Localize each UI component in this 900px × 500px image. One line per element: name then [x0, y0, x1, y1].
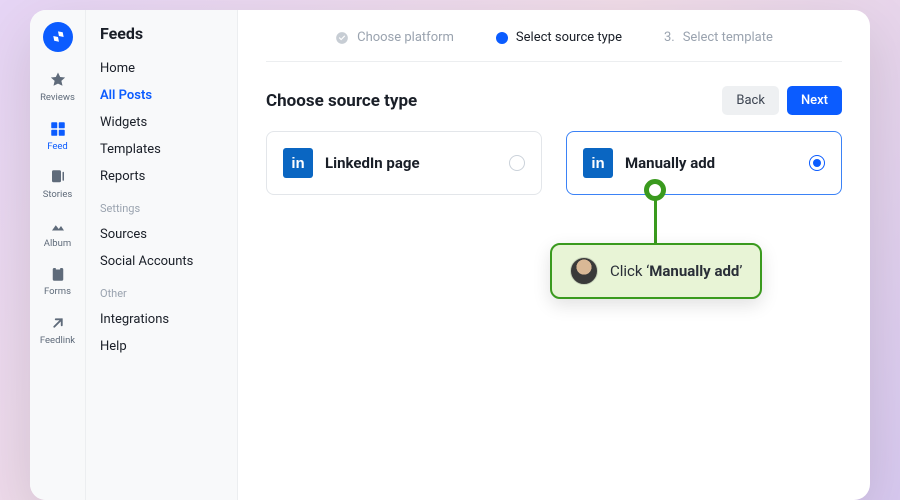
stories-icon: [49, 167, 67, 187]
sidebar-group-settings: Settings Sources Social Accounts: [100, 202, 223, 275]
linkedin-icon: in: [283, 148, 313, 178]
source-cards: in LinkedIn page in Manually add: [266, 131, 842, 195]
logo-icon: [50, 29, 66, 45]
rail-label: Reviews: [40, 93, 75, 103]
step-select-template[interactable]: 3. Select template: [664, 30, 773, 45]
grid-icon: [49, 119, 67, 139]
step-label: Choose platform: [357, 30, 454, 45]
app-logo[interactable]: [43, 22, 73, 52]
callout-marker-icon: [644, 179, 666, 201]
sidebar-group-other: Other Integrations Help: [100, 287, 223, 360]
sidebar-item-integrations[interactable]: Integrations: [100, 306, 223, 333]
radio-indicator: [509, 155, 525, 171]
callout-text: Click ‘Manually add’: [610, 262, 742, 280]
sidebar-group-primary: Home All Posts Widgets Templates Reports: [100, 55, 223, 190]
sidebar-title: Feeds: [100, 24, 223, 43]
source-cards-wrap: in LinkedIn page in Manually add Click ‘…: [266, 131, 842, 195]
sidebar-item-help[interactable]: Help: [100, 333, 223, 360]
rail-label: Stories: [43, 190, 73, 200]
rail-item-feedlink[interactable]: Feedlink: [34, 307, 82, 350]
rail-item-reviews[interactable]: Reviews: [34, 64, 82, 107]
step-select-source-type[interactable]: Select source type: [496, 30, 622, 45]
callout-quote: ’: [739, 262, 742, 280]
stepper: Choose platform Select source type 3. Se…: [266, 10, 842, 62]
sidebar-group-label: Other: [100, 287, 223, 300]
sidebar-item-sources[interactable]: Sources: [100, 221, 223, 248]
icon-rail: Reviews Feed Stories Album Forms Feedlin…: [30, 10, 86, 500]
step-number: 3.: [664, 30, 675, 45]
dot-icon: [496, 32, 508, 44]
card-title: Manually add: [625, 154, 797, 172]
sidebar: Feeds Home All Posts Widgets Templates R…: [86, 10, 238, 500]
radio-indicator: [809, 155, 825, 171]
star-icon: [49, 70, 67, 90]
rail-item-forms[interactable]: Forms: [34, 258, 82, 301]
sidebar-item-widgets[interactable]: Widgets: [100, 109, 223, 136]
callout-prefix: Click: [610, 262, 646, 280]
rail-item-stories[interactable]: Stories: [34, 161, 82, 204]
step-choose-platform[interactable]: Choose platform: [335, 30, 454, 45]
card-title: LinkedIn page: [325, 154, 497, 172]
rail-label: Album: [44, 239, 71, 249]
callout-bold: Manually add: [649, 262, 739, 280]
rail-item-album[interactable]: Album: [34, 210, 82, 253]
source-card-manually-add[interactable]: in Manually add: [566, 131, 842, 195]
sidebar-item-home[interactable]: Home: [100, 55, 223, 82]
rail-label: Feed: [47, 142, 68, 152]
avatar: [570, 257, 598, 285]
back-button[interactable]: Back: [722, 86, 779, 115]
header-actions: Back Next: [722, 86, 842, 115]
app-window: Reviews Feed Stories Album Forms Feedlin…: [30, 10, 870, 500]
sidebar-item-social-accounts[interactable]: Social Accounts: [100, 248, 223, 275]
section-header: Choose source type Back Next: [266, 86, 842, 115]
rail-label: Feedlink: [40, 336, 75, 346]
step-label: Select template: [683, 30, 773, 45]
clipboard-icon: [49, 264, 67, 284]
rail-label: Forms: [44, 287, 71, 297]
rail-item-feed[interactable]: Feed: [34, 113, 82, 156]
image-icon: [49, 216, 67, 236]
sidebar-item-all-posts[interactable]: All Posts: [100, 82, 223, 109]
sidebar-item-reports[interactable]: Reports: [100, 163, 223, 190]
main-content: Choose platform Select source type 3. Se…: [238, 10, 870, 500]
linkedin-icon: in: [583, 148, 613, 178]
sidebar-group-label: Settings: [100, 202, 223, 215]
check-circle-icon: [335, 31, 349, 45]
next-button[interactable]: Next: [787, 86, 842, 115]
section-heading: Choose source type: [266, 91, 417, 111]
instruction-callout: Click ‘Manually add’: [550, 243, 762, 299]
arrow-icon: [49, 313, 67, 333]
step-label: Select source type: [516, 30, 622, 45]
sidebar-item-templates[interactable]: Templates: [100, 136, 223, 163]
source-card-linkedin-page[interactable]: in LinkedIn page: [266, 131, 542, 195]
